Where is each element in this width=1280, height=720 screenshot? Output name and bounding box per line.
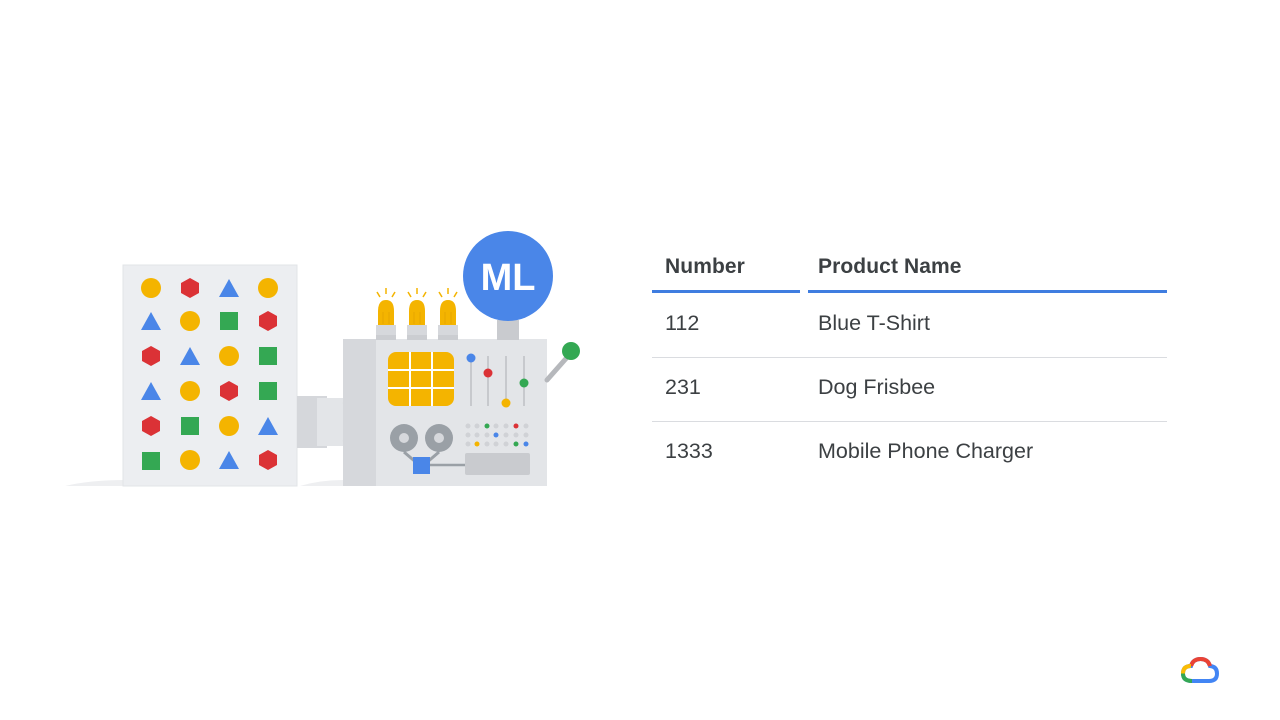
lever [544,342,580,383]
ml-badge: ML [463,231,553,321]
ml-illustration: ML [60,228,590,490]
table-row: 231 Dog Frisbee [652,358,1167,422]
cell-number: 231 [665,375,701,399]
cell-number: 112 [665,311,700,335]
table-header-row: Number Product Name [652,238,1167,294]
table-row: 1333 Mobile Phone Charger [652,422,1167,485]
column-header-number: Number [665,255,745,278]
ml-machine-graphic: ML [65,231,580,487]
table-row: 112 Blue T-Shirt [652,294,1167,358]
header-underline-number [652,290,800,293]
cell-product-name: Blue T-Shirt [818,311,930,335]
chip-grid [388,352,454,406]
column-header-product-name: Product Name [818,255,962,278]
cell-product-name: Mobile Phone Charger [818,439,1034,463]
light-bulbs [376,288,458,325]
header-underline-product-name [808,290,1167,293]
product-table: Number Product Name 112 Blue T-Shirt 231… [652,238,1167,485]
cell-number: 1333 [665,439,713,463]
data-panel [122,264,298,487]
badge-stand [497,320,519,340]
google-cloud-logo-icon [1180,655,1220,687]
ml-badge-text: ML [481,257,536,299]
cell-product-name: Dog Frisbee [818,375,936,399]
